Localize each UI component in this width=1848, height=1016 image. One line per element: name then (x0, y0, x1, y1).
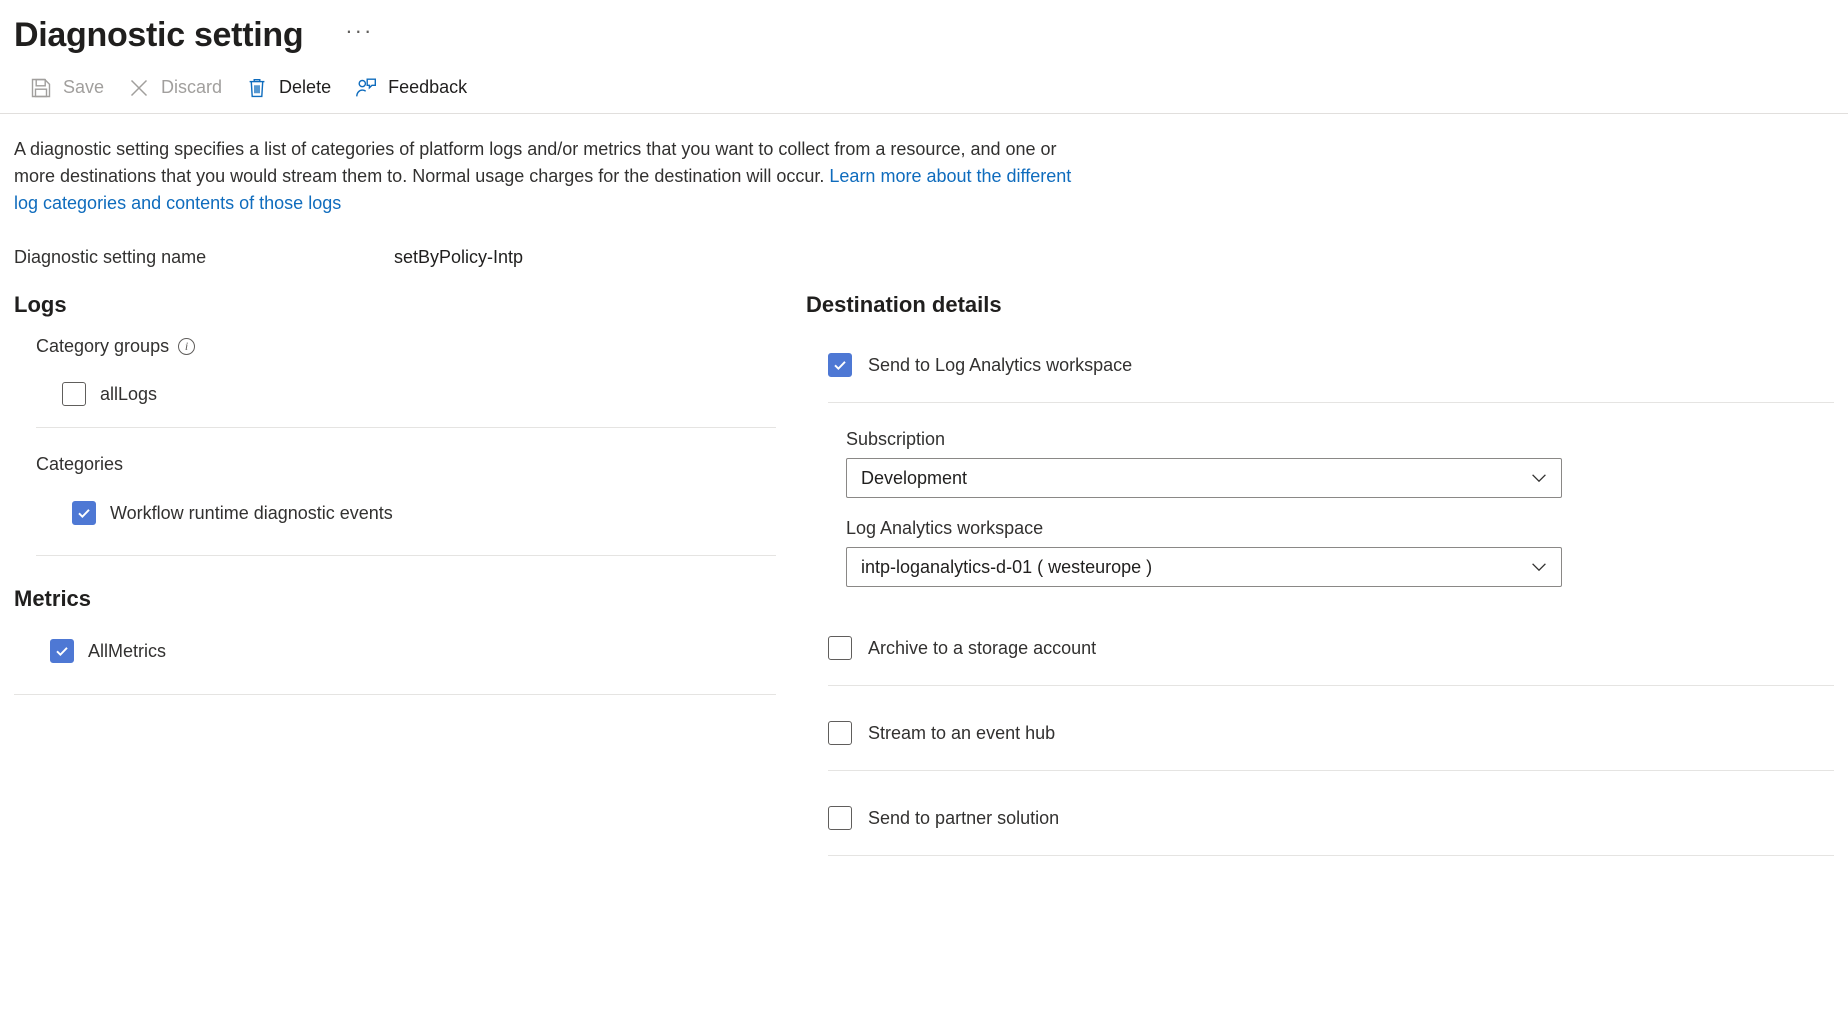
checkbox-label-stream-to-an-event-hub: Stream to an event hub (868, 723, 1055, 744)
checkbox-send-to-partner-solution[interactable] (828, 806, 852, 830)
checkbox-row-alllogs-wrapper: allLogs (0, 369, 790, 413)
discard-label: Discard (161, 77, 222, 98)
checkbox-allmetrics[interactable] (50, 639, 74, 663)
destination-details-column: Destination details Send to Log Analytic… (790, 292, 1848, 856)
categories-label-row: Categories (0, 428, 790, 475)
subscription-dropdown[interactable]: Development (846, 458, 1562, 498)
log-analytics-workspace-dropdown[interactable]: intp-loganalytics-d-01 ( westeurope ) (846, 547, 1562, 587)
checkbox-alllogs[interactable] (62, 382, 86, 406)
save-icon (28, 75, 54, 101)
info-icon[interactable]: i (178, 338, 195, 355)
checkbox-label-allmetrics: AllMetrics (88, 641, 166, 662)
category-groups-label: Category groups (36, 336, 169, 357)
discard-icon (126, 75, 152, 101)
checkbox-label-alllogs: allLogs (100, 384, 157, 405)
save-button[interactable]: Save (22, 69, 120, 107)
command-bar: Save Discard Delete Fee (0, 62, 1848, 114)
checkbox-send-to-log-analytics-workspace[interactable] (828, 353, 852, 377)
discard-button[interactable]: Discard (120, 69, 238, 107)
content-columns: Logs Category groups i allLogs Categorie… (0, 268, 1848, 856)
diagnostic-setting-name-value: setByPolicy-Intp (394, 247, 523, 268)
delete-button[interactable]: Delete (238, 69, 347, 107)
chevron-down-icon (1529, 557, 1549, 577)
checkbox-row-alllogs[interactable]: allLogs (62, 382, 157, 406)
checkbox-archive-to-a-storage-account[interactable] (828, 636, 852, 660)
logs-metrics-column: Logs Category groups i allLogs Categorie… (0, 292, 790, 856)
checkbox-label-send-to-log-analytics-workspace: Send to Log Analytics workspace (868, 355, 1132, 376)
subscription-value: Development (861, 468, 967, 489)
checkbox-row-stream-to-event-hub[interactable]: Stream to an event hub (792, 710, 1848, 756)
checkbox-stream-to-an-event-hub[interactable] (828, 721, 852, 745)
divider-partner-solution (828, 855, 1834, 856)
checkbox-label-archive-to-a-storage-account: Archive to a storage account (868, 638, 1096, 659)
subscription-label: Subscription (846, 429, 1834, 450)
description-text: A diagnostic setting specifies a list of… (0, 114, 1075, 217)
feedback-button[interactable]: Feedback (347, 69, 483, 107)
checkbox-row-workflow-runtime-diagnostic-events[interactable]: Workflow runtime diagnostic events (72, 501, 393, 525)
feedback-label: Feedback (388, 77, 467, 98)
checkbox-row-send-to-partner-solution[interactable]: Send to partner solution (792, 795, 1848, 841)
divider-log-analytics (828, 402, 1834, 403)
checkbox-row-allmetrics-wrapper: AllMetrics (0, 630, 790, 672)
checkbox-row-workflow-wrapper: Workflow runtime diagnostic events (0, 487, 790, 533)
category-groups-label-row: Category groups i (0, 336, 790, 357)
metrics-heading: Metrics (0, 556, 790, 612)
checkbox-label-send-to-partner-solution: Send to partner solution (868, 808, 1059, 829)
divider-metrics (14, 694, 776, 695)
subscription-field: Subscription Development (792, 429, 1848, 498)
categories-label: Categories (36, 454, 123, 475)
more-options-icon[interactable]: ··· (339, 19, 379, 51)
divider-archive-storage (828, 685, 1834, 686)
feedback-icon (353, 75, 379, 101)
divider-event-hub (828, 770, 1834, 771)
checkbox-row-allmetrics[interactable]: AllMetrics (50, 639, 166, 663)
log-analytics-workspace-value: intp-loganalytics-d-01 ( westeurope ) (861, 557, 1152, 578)
checkbox-label-workflow-runtime-diagnostic-events: Workflow runtime diagnostic events (110, 503, 393, 524)
diagnostic-setting-name-row: Diagnostic setting name setByPolicy-Intp (0, 217, 1848, 268)
workspace-field: Log Analytics workspace intp-loganalytic… (792, 518, 1848, 587)
page-header: Diagnostic setting ··· (0, 0, 1848, 62)
chevron-down-icon (1529, 468, 1549, 488)
delete-label: Delete (279, 77, 331, 98)
log-analytics-workspace-label: Log Analytics workspace (846, 518, 1834, 539)
checkbox-row-send-to-log-analytics[interactable]: Send to Log Analytics workspace (792, 342, 1848, 388)
save-label: Save (63, 77, 104, 98)
checkbox-row-archive-to-storage-account[interactable]: Archive to a storage account (792, 625, 1848, 671)
destination-details-heading: Destination details (792, 292, 1848, 318)
delete-icon (244, 75, 270, 101)
logs-heading: Logs (0, 292, 790, 318)
diagnostic-setting-name-label: Diagnostic setting name (14, 247, 394, 268)
checkbox-workflow-runtime-diagnostic-events[interactable] (72, 501, 96, 525)
page-title: Diagnostic setting (14, 13, 303, 57)
